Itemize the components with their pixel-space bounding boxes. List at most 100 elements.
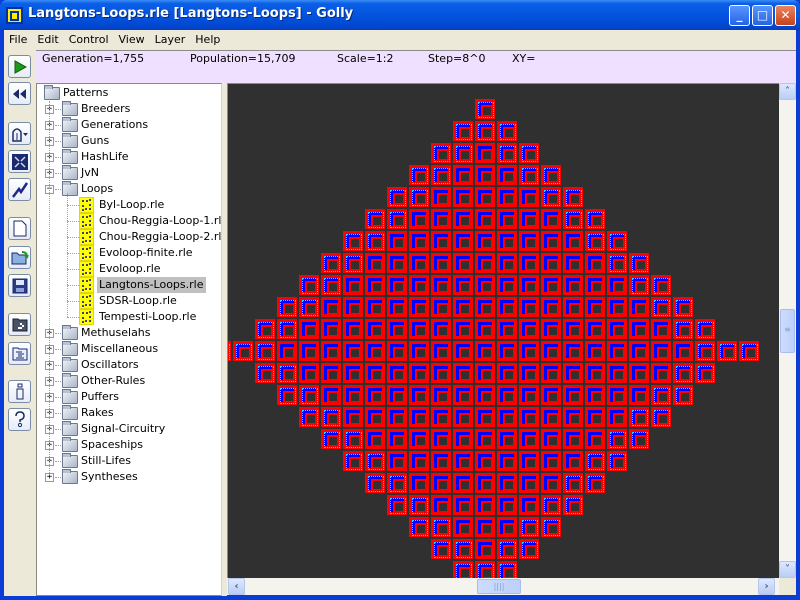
menu-control[interactable]: Control (64, 30, 114, 50)
langton-loop (519, 429, 539, 449)
langton-loop (409, 253, 429, 273)
scroll-down-button[interactable]: ˅ (779, 561, 796, 578)
tree-folder-loops[interactable]: Loops (79, 181, 115, 197)
tree-file-item[interactable]: Chou-Reggia-Loop-2.rle (97, 229, 230, 245)
tree-file-item[interactable]: Chou-Reggia-Loop-1.rle (97, 213, 230, 229)
tree-line (67, 205, 79, 206)
tree-folder-generations[interactable]: Generations (79, 117, 150, 133)
vertical-scrollbar[interactable]: ˄ ≡ ˅ (779, 83, 796, 578)
horizontal-scrollbar[interactable]: ‹ |||| › (227, 578, 779, 595)
langton-loop (409, 319, 429, 339)
algorithm-button[interactable] (8, 122, 31, 145)
tree-folder-puffers[interactable]: Puffers (79, 389, 121, 405)
langton-loop (409, 473, 429, 493)
tree-file-item[interactable]: Evoloop-finite.rle (97, 245, 195, 261)
scale-readout: Scale=1:2 (337, 52, 394, 65)
tree-folder-syntheses[interactable]: Syntheses (79, 469, 140, 485)
scroll-right-button[interactable]: › (758, 578, 775, 595)
growing-loop (607, 451, 627, 471)
tree-file-item[interactable]: Byl-Loop.rle (97, 197, 166, 213)
tree-folder-still-lifes[interactable]: Still-Lifes (79, 453, 133, 469)
tree-line (55, 461, 61, 462)
langton-loop (365, 363, 385, 383)
langton-loop (519, 407, 539, 427)
growing-loop (321, 407, 341, 427)
tree-folder-breeders[interactable]: Breeders (79, 101, 132, 117)
growing-loop (563, 209, 583, 229)
close-button[interactable]: ✕ (775, 5, 796, 26)
tree-file-item[interactable]: Tempesti-Loop.rle (97, 309, 198, 325)
patterns-button[interactable] (8, 313, 31, 336)
scroll-up-button[interactable]: ˄ (779, 83, 796, 100)
growing-loop (541, 517, 561, 537)
tree-folder-signal-circuitry[interactable]: Signal-Circuitry (79, 421, 167, 437)
menu-view[interactable]: View (114, 30, 150, 50)
growing-loop (277, 319, 297, 339)
tree-folder-spaceships[interactable]: Spaceships (79, 437, 145, 453)
maximize-button[interactable]: □ (752, 5, 773, 26)
growing-loop (365, 209, 385, 229)
growing-loop (277, 385, 297, 405)
langton-loop (409, 451, 429, 471)
langton-loop (497, 165, 517, 185)
tree-file-item[interactable]: Evoloop.rle (97, 261, 163, 277)
hashing-button[interactable] (8, 178, 31, 201)
open-button[interactable] (8, 246, 31, 269)
langton-loop (343, 407, 363, 427)
menu-help[interactable]: Help (190, 30, 225, 50)
growing-loop (277, 363, 297, 383)
tree-root-label[interactable]: Patterns (61, 85, 110, 101)
save-button[interactable] (8, 274, 31, 297)
langton-loop (475, 363, 495, 383)
tree-file-item[interactable]: Langtons-Loops.rle (97, 277, 206, 293)
langton-loop (475, 165, 495, 185)
new-file-icon (13, 220, 26, 237)
pattern-tree[interactable]: Patterns + Breeders + Generations + Guns + HashL… (36, 83, 228, 596)
tree-folder-other-rules[interactable]: Other-Rules (79, 373, 147, 389)
tree-file-item[interactable]: SDSR-Loop.rle (97, 293, 179, 309)
scripts-button[interactable] (8, 342, 31, 365)
tree-folder-miscellaneous[interactable]: Miscellaneous (79, 341, 160, 357)
folder-icon (62, 325, 78, 340)
menu-edit[interactable]: Edit (32, 30, 63, 50)
langton-loop (409, 297, 429, 317)
langton-loop (607, 407, 627, 427)
tree-folder-jvn[interactable]: JvN (79, 165, 101, 181)
growing-loop (497, 561, 517, 578)
langton-loop (431, 319, 451, 339)
growing-loop (431, 143, 451, 163)
tree-folder-oscillators[interactable]: Oscillators (79, 357, 141, 373)
minimize-button[interactable]: _ (729, 5, 750, 26)
reset-button[interactable] (8, 82, 31, 105)
scroll-left-button[interactable]: ‹ (228, 578, 245, 595)
menu-layer[interactable]: Layer (150, 30, 191, 50)
langton-loop (453, 231, 473, 251)
tree-line (55, 445, 61, 446)
fit-button[interactable] (8, 150, 31, 173)
help-icon (14, 411, 25, 428)
pattern-viewport[interactable] (227, 83, 779, 578)
vertical-scroll-thumb[interactable]: ≡ (780, 309, 795, 353)
tree-folder-methuselahs[interactable]: Methuselahs (79, 325, 153, 341)
growing-loop (585, 473, 605, 493)
tree-folder-guns[interactable]: Guns (79, 133, 111, 149)
tree-line (67, 317, 79, 318)
growing-loop (541, 165, 561, 185)
tree-folder-rakes[interactable]: Rakes (79, 405, 116, 421)
langton-loop (563, 429, 583, 449)
rle-file-icon (79, 213, 94, 229)
menu-file[interactable]: File (4, 30, 32, 50)
info-button[interactable] (8, 380, 31, 403)
langton-loop (475, 429, 495, 449)
tree-folder-hashlife[interactable]: HashLife (79, 149, 131, 165)
langton-loop (475, 297, 495, 317)
tree-line (67, 269, 79, 270)
start-button[interactable] (8, 55, 31, 78)
langton-loop (475, 231, 495, 251)
langton-loop (475, 451, 495, 471)
langton-loop (519, 341, 539, 361)
help-button[interactable] (8, 408, 31, 431)
folder-icon (62, 437, 78, 452)
new-button[interactable] (8, 217, 31, 240)
horizontal-scroll-thumb[interactable]: |||| (477, 579, 521, 594)
